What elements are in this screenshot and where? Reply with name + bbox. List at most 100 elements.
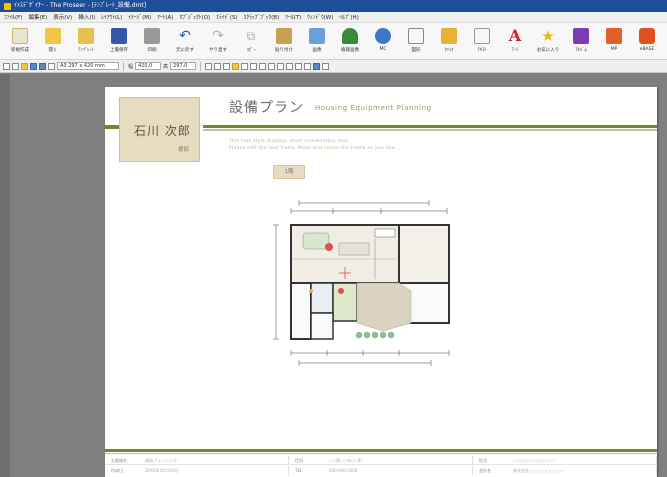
paste-button[interactable]: 貼り付け: [269, 26, 299, 58]
paste-icon: [276, 28, 292, 44]
template-icon: [78, 28, 94, 44]
zoom-out-icon[interactable]: [39, 62, 46, 70]
left-panel: [0, 74, 10, 477]
name-plate[interactable]: 石川 次郎 様邸: [119, 97, 200, 162]
menu-insert[interactable]: 挿入(I): [78, 13, 95, 21]
width-input[interactable]: 420.0: [135, 62, 162, 70]
footer-cell[interactable]: TEL 000-000-0000: [289, 466, 473, 475]
art-button[interactable]: A ｱｰﾄ: [500, 26, 530, 58]
description-line: Please edit the text freely. Move and re…: [229, 146, 397, 151]
align-icon[interactable]: [277, 62, 285, 70]
redo-icon: ↷: [212, 28, 224, 44]
copy-button[interactable]: ⧉ ｺﾋﾟｰ: [236, 26, 266, 58]
frame-icon[interactable]: [223, 62, 231, 70]
page-subtitle[interactable]: Housing Equipment Planning: [315, 104, 432, 112]
window-title: ｲﾒｽﾃﾞｻﾞｲﾅｰ - The Proseer - [ﾃﾝﾌﾟﾚｰﾄ_設備.d…: [14, 2, 147, 9]
width-label: 幅: [128, 63, 134, 70]
layer-icon[interactable]: [295, 62, 303, 70]
zoom-in-icon[interactable]: [30, 62, 37, 70]
customer-name: 石川 次郎: [134, 124, 191, 138]
print-icon: [144, 28, 160, 44]
footer-band-light: [105, 453, 657, 454]
footer-cell[interactable]: 住所 ○○県○○市○○町: [289, 456, 473, 464]
menu-view[interactable]: 表示(V): [53, 13, 72, 21]
template-button[interactable]: ﾃﾝﾌﾟﾚｰﾄ: [71, 26, 101, 58]
mp-icon: [606, 28, 622, 44]
footer-band: [105, 449, 657, 452]
page-title[interactable]: 設備プラン: [229, 97, 304, 117]
favorites-button[interactable]: ★ お気に入り: [533, 26, 563, 58]
undo-icon: ↶: [179, 28, 191, 44]
undo-button[interactable]: ↶ 元に戻す: [170, 26, 200, 58]
open-button[interactable]: 開く: [38, 26, 68, 58]
ebase-button[interactable]: eBASE: [632, 26, 662, 58]
menu-edit[interactable]: 編集(E): [28, 13, 47, 21]
menu-layout[interactable]: ﾚｲｱｳﾄ(L): [101, 13, 122, 21]
save-button[interactable]: 上書保存: [104, 26, 134, 58]
footer-cell[interactable]: お客様名 様邸プランニング: [105, 456, 289, 464]
menu-art[interactable]: ｱｰﾄ(A): [157, 13, 173, 21]
menu-scrapbook[interactable]: ｽｸﾗｯﾌﾟﾌﾞｯｸ(B): [244, 13, 280, 21]
align-icon[interactable]: [268, 62, 276, 70]
redo-button[interactable]: ↷ やり直す: [203, 26, 233, 58]
footer-row: お客様名 様邸プランニング 住所 ○○県○○市○○町 担当 ○○○○○○○○○○○○: [105, 456, 657, 465]
menu-help[interactable]: ﾍﾙﾌﾟ(H): [339, 13, 358, 21]
menu-tools[interactable]: ﾂｰﾙ(T): [285, 13, 301, 21]
zoom-fit-icon[interactable]: [48, 62, 55, 70]
new-doc-icon: [12, 28, 28, 44]
footer-cell[interactable]: 会社名 株式会社○○○○○○○○○○: [473, 466, 657, 475]
height-input[interactable]: 297.0: [170, 62, 197, 70]
text-button[interactable]: ﾃｷｽﾄ: [467, 26, 497, 58]
select-tool-icon[interactable]: [3, 62, 10, 70]
hand-tool-icon[interactable]: [21, 62, 28, 70]
description-text[interactable]: This text style displays short commentar…: [229, 138, 396, 152]
floor-tag[interactable]: 1階: [273, 165, 305, 179]
menu-object[interactable]: ｵﾌﾞｼﾞｪｸﾄ(O): [179, 13, 210, 21]
mp-button[interactable]: MP: [599, 26, 629, 58]
footer-cell[interactable]: 担当 ○○○○○○○○○○○○: [473, 456, 657, 464]
header-band: [203, 125, 657, 128]
frame-icon[interactable]: [205, 62, 213, 70]
menu-image[interactable]: ｲﾒｰｼﾞ(M): [128, 13, 151, 21]
height-label: 高: [163, 63, 169, 70]
menu-window[interactable]: ｳｨﾝﾄﾞｳ(W): [307, 13, 333, 21]
header-band-light: [203, 129, 657, 131]
menu-bar: ﾌｧｲﾙ(F) 編集(E) 表示(V) 挿入(I) ﾚｲｱｳﾄ(L) ｲﾒｰｼﾞ…: [0, 12, 667, 23]
frame-icon[interactable]: [214, 62, 222, 70]
layer-icon[interactable]: [304, 62, 312, 70]
layer-icon[interactable]: [313, 62, 321, 70]
image-button[interactable]: 画像: [302, 26, 332, 58]
album-icon: [573, 28, 589, 44]
new-button[interactable]: 新規作成: [5, 26, 35, 58]
align-icon[interactable]: [286, 62, 294, 70]
footer-row: 作成日 20XX年XX月XX日 TEL 000-000-0000 会社名 株式会社○○…: [105, 466, 657, 475]
align-icon[interactable]: [259, 62, 267, 70]
favorite-star-icon: ★: [541, 27, 555, 45]
save-icon: [111, 28, 127, 44]
format-toolbar: A3 297 x 420 mm 幅 420.0 高 297.0: [0, 60, 667, 73]
paper-size-select[interactable]: A3 297 x 420 mm: [57, 62, 119, 70]
grid-icon[interactable]: [250, 62, 258, 70]
shape-icon: [408, 28, 424, 44]
color-icon[interactable]: [232, 62, 240, 70]
grid-icon[interactable]: [241, 62, 249, 70]
menu-file[interactable]: ﾌｧｲﾙ(F): [4, 13, 22, 21]
customer-suffix: 様邸: [177, 147, 189, 153]
zoom-tool-icon[interactable]: [12, 62, 19, 70]
plant-image-button[interactable]: 植栽画像: [335, 26, 365, 58]
menu-slide[interactable]: ｽﾗｲﾄﾞ(S): [216, 13, 238, 21]
app-logo-icon: [4, 2, 11, 10]
app-window: ｲﾒｽﾃﾞｻﾞｲﾅｰ - The Proseer - [ﾃﾝﾌﾟﾚｰﾄ_設備.d…: [0, 0, 667, 477]
footer-cell[interactable]: 作成日 20XX年XX月XX日: [105, 466, 289, 475]
document-page[interactable]: 石川 次郎 様邸 設備プラン Housing Equipment Plannin…: [105, 87, 657, 477]
quick-icon: [441, 28, 457, 44]
copy-icon: ⧉: [246, 29, 256, 43]
print-button[interactable]: 印刷: [137, 26, 167, 58]
ribbon-toolbar: 新規作成 開く ﾃﾝﾌﾟﾚｰﾄ 上書保存 印刷 ↶ 元に戻す ↷ やり直す ⧉ ｺﾋﾟ…: [0, 23, 667, 60]
floor-plan-image[interactable]: [271, 199, 493, 379]
layer-icon[interactable]: [322, 62, 330, 70]
mc-button[interactable]: MC: [368, 26, 398, 58]
album-button[interactable]: ｱﾙﾊﾞﾑ: [566, 26, 596, 58]
shape-button[interactable]: 図形: [401, 26, 431, 58]
quick-button[interactable]: ｸｲｯｸ: [434, 26, 464, 58]
